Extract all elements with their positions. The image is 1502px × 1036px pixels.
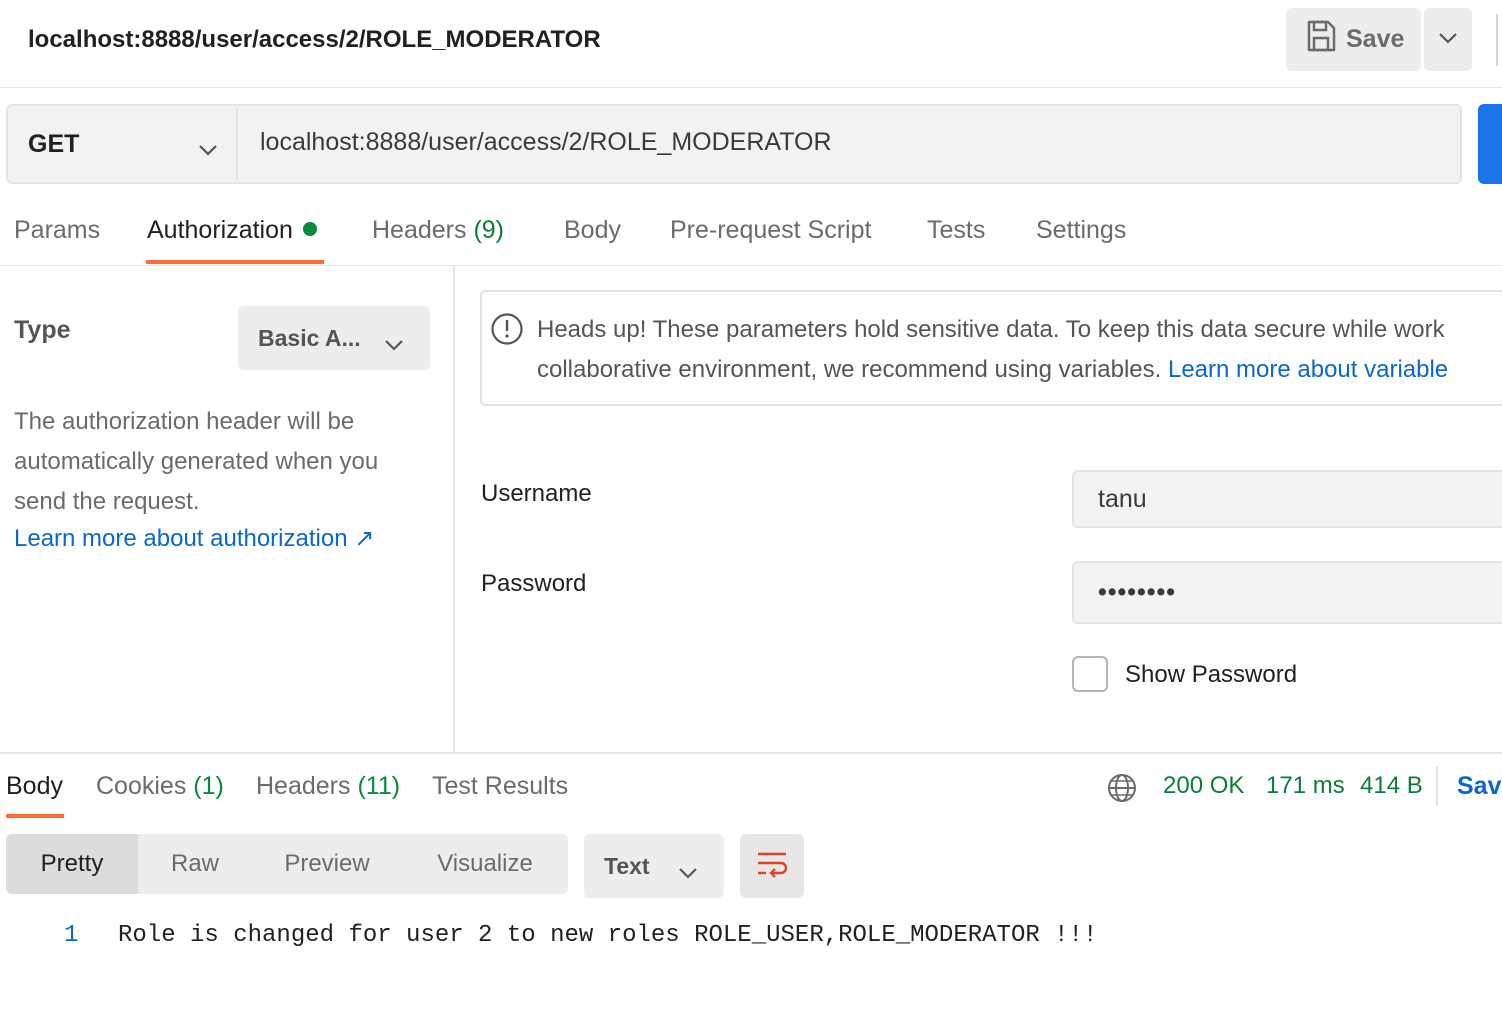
response-tab-test-results[interactable]: Test Results (432, 772, 568, 801)
learn-more-variables-link[interactable]: Learn more about variable (1168, 356, 1448, 383)
learn-more-authorization-link[interactable]: Learn more about authorization ↗ (14, 524, 374, 553)
notice-text: Heads up! These parameters hold sensitiv… (537, 310, 1502, 390)
save-response-button[interactable]: Save (1457, 772, 1502, 801)
view-raw[interactable]: Raw (138, 834, 252, 894)
save-button-label: Save (1346, 25, 1405, 53)
header-divider (1496, 14, 1498, 66)
sensitive-data-notice: Heads up! These parameters hold sensitiv… (480, 290, 1502, 406)
wrap-lines-icon (755, 849, 789, 884)
response-size[interactable]: 414 B (1360, 772, 1423, 800)
password-label: Password (481, 570, 587, 597)
chevron-down-icon (384, 330, 404, 357)
url-input[interactable]: localhost:8888/user/access/2/ROLE_MODERA… (260, 128, 832, 157)
active-response-tab-indicator (6, 814, 64, 818)
tab-pre-request-script[interactable]: Pre-request Script (670, 216, 871, 245)
username-field[interactable]: tanu (1072, 470, 1502, 528)
password-value: •••••••• (1098, 578, 1177, 606)
tab-settings[interactable]: Settings (1036, 216, 1126, 245)
response-body-text[interactable]: Role is changed for user 2 to new roles … (118, 922, 1097, 949)
view-preview[interactable]: Preview (252, 834, 402, 894)
username-value: tanu (1098, 484, 1147, 513)
response-time[interactable]: 171 ms (1266, 772, 1345, 800)
view-pretty[interactable]: Pretty (6, 834, 138, 894)
show-password-checkbox[interactable] (1072, 656, 1108, 692)
notice-line-2: collaborative environment, we recommend … (537, 350, 1502, 390)
notice-line-1: Heads up! These parameters hold sensitiv… (537, 316, 1445, 343)
auth-description: The authorization header will be automat… (14, 408, 379, 515)
method-label: GET (28, 129, 80, 158)
tab-label: Headers (256, 772, 351, 800)
auth-type-panel: Type Basic A... The authorization header… (0, 266, 455, 752)
response-bar: Body Cookies (1) Headers (11) Test Resul… (0, 752, 1502, 818)
response-divider (1436, 766, 1438, 806)
tab-label: Tests (927, 216, 986, 244)
request-title[interactable]: localhost:8888/user/access/2/ROLE_MODERA… (28, 26, 601, 54)
save-icon (1306, 20, 1336, 59)
tab-label: Body (6, 772, 63, 800)
tab-body[interactable]: Body (564, 216, 621, 245)
response-body-line: 1 Role is changed for user 2 to new role… (0, 918, 1502, 958)
password-field[interactable]: •••••••• (1072, 561, 1502, 624)
tab-count: (11) (357, 772, 401, 800)
method-select[interactable]: GET (8, 106, 238, 182)
line-number: 1 (64, 922, 79, 949)
url-bar: GET localhost:8888/user/access/2/ROLE_MO… (6, 104, 1462, 184)
active-tab-indicator (146, 260, 324, 264)
auth-type-label: Type (14, 316, 71, 344)
format-select[interactable]: Text (584, 834, 724, 898)
tab-count: (9) (473, 216, 505, 244)
username-label: Username (481, 480, 592, 507)
info-circle-icon (490, 312, 524, 351)
tab-tests[interactable]: Tests (927, 216, 985, 245)
show-password-label[interactable]: Show Password (1125, 661, 1297, 689)
tab-label: Test Results (432, 772, 569, 800)
tab-headers[interactable]: Headers (9) (372, 216, 504, 245)
tab-authorization[interactable]: Authorization (147, 216, 317, 245)
save-options-dropdown[interactable] (1424, 8, 1472, 71)
chevron-down-icon (678, 858, 698, 885)
auth-type-select[interactable]: Basic A... (238, 306, 430, 370)
tab-label: Body (564, 216, 621, 244)
send-button[interactable] (1478, 104, 1502, 184)
chevron-down-icon (198, 134, 218, 163)
response-tab-cookies[interactable]: Cookies (1) (96, 772, 224, 801)
response-tab-headers[interactable]: Headers (11) (256, 772, 400, 801)
globe-icon[interactable] (1106, 772, 1138, 809)
status-dot-icon (302, 222, 317, 236)
format-value: Text (604, 852, 650, 879)
tab-label: Params (14, 216, 101, 244)
notice-line-2-text: collaborative environment, we recommend … (537, 356, 1168, 383)
auth-type-value: Basic A... (258, 324, 361, 351)
tab-params[interactable]: Params (14, 216, 100, 245)
response-status[interactable]: 200 OK (1163, 772, 1244, 800)
request-header: localhost:8888/user/access/2/ROLE_MODERA… (0, 0, 1502, 88)
response-view-toggle: Pretty Raw Preview Visualize (6, 834, 568, 894)
tab-count: (1) (193, 772, 224, 800)
wrap-lines-button[interactable] (740, 834, 804, 898)
tab-label: Cookies (96, 772, 187, 800)
tab-label: Settings (1036, 216, 1127, 244)
request-tabs: Params Authorization Headers (9) Body Pr… (0, 200, 1502, 266)
chevron-down-icon (1438, 31, 1458, 49)
save-button[interactable]: Save (1286, 8, 1421, 71)
tab-label: Pre-request Script (670, 216, 872, 244)
view-visualize[interactable]: Visualize (402, 834, 568, 894)
tab-label: Headers (372, 216, 467, 244)
response-tab-body[interactable]: Body (6, 772, 63, 801)
tab-label: Authorization (147, 216, 293, 244)
